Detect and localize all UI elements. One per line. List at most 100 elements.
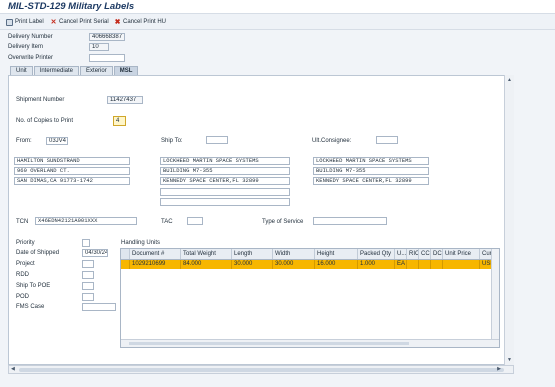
priority-field[interactable] — [82, 239, 90, 247]
col-length[interactable]: Length — [232, 249, 273, 259]
delivery-item-label: Delivery Item — [8, 44, 44, 50]
row-selector[interactable] — [121, 260, 130, 269]
from-address-line2[interactable]: 960 OVERLAND CT. — [14, 167, 130, 175]
copies-label: No. of Copies to Print — [16, 118, 74, 124]
scroll-left-icon[interactable]: ◀ — [11, 366, 15, 372]
ship-to-code-field[interactable] — [206, 136, 228, 144]
tac-field[interactable] — [187, 217, 203, 225]
delivery-number-field[interactable]: 406668387 — [89, 33, 125, 41]
ship-to-label: Ship To: — [161, 138, 183, 144]
panel-scroll-thumb[interactable] — [19, 368, 504, 372]
tcn-field[interactable]: X46EDN42121A001XXX — [35, 217, 137, 225]
ship-to-poe-label: Ship To POE — [16, 283, 51, 289]
consignee-address-line2[interactable]: BUILDING M7-355 — [313, 167, 429, 175]
type-of-service-field[interactable] — [313, 217, 387, 225]
ship-to-address-line4[interactable] — [160, 188, 290, 196]
col-unit[interactable]: U... — [395, 249, 407, 259]
cell-document[interactable]: 1029210699 — [130, 260, 181, 269]
tab-exterior[interactable]: Exterior — [80, 66, 113, 75]
copies-field[interactable]: 4 — [113, 116, 126, 126]
col-height[interactable]: Height — [315, 249, 358, 259]
fms-case-label: FMS Case — [16, 304, 45, 310]
delivery-number-label: Delivery Number — [8, 34, 53, 40]
cancel-icon: ✕ — [50, 18, 57, 26]
consignee-address-line3[interactable]: KENNEDY SPACE CENTER,FL 32899 — [313, 177, 429, 185]
fms-case-field[interactable] — [82, 303, 116, 311]
print-label-button[interactable]: Print Label — [6, 17, 44, 27]
rdd-field[interactable] — [82, 271, 94, 279]
shipment-number-field[interactable]: 11427437 — [107, 96, 143, 104]
handling-units-table: Document # Total Weight Length Width Hei… — [120, 248, 500, 348]
ship-to-poe-field[interactable] — [82, 282, 94, 290]
overwrite-printer-label: Overwrite Printer — [8, 55, 54, 61]
project-label: Project — [16, 261, 35, 267]
table-horizontal-scrollbar[interactable] — [121, 339, 499, 347]
col-document[interactable]: Document # — [130, 249, 181, 259]
scroll-down-icon[interactable]: ▼ — [507, 357, 512, 363]
toolbar: Print Label ✕ Cancel Print Serial ✖ Canc… — [0, 14, 555, 30]
select-all-cell[interactable] — [121, 249, 130, 259]
cancel-hu-icon: ✖ — [114, 18, 121, 26]
cell-length[interactable]: 30.000 — [232, 260, 273, 269]
cell-packed-qty[interactable]: 1.000 — [358, 260, 395, 269]
title-bar: MIL-STD-129 Military Labels — [0, 0, 555, 14]
cell-cc[interactable] — [419, 260, 431, 269]
rdd-label: RDD — [16, 272, 29, 278]
ult-consignee-label: Ult.Consignee: — [312, 138, 352, 144]
scroll-up-icon[interactable]: ▲ — [507, 77, 512, 83]
tab-unit[interactable]: Unit — [10, 66, 33, 75]
print-label-text: Print Label — [15, 19, 44, 25]
col-cc[interactable]: CC — [419, 249, 431, 259]
col-packed-qty[interactable]: Packed Qty — [358, 249, 395, 259]
tcn-label: TCN — [16, 219, 29, 225]
col-ric[interactable]: RIC — [407, 249, 419, 259]
window-title: MIL-STD-129 Military Labels — [8, 1, 135, 12]
panel-horizontal-scrollbar[interactable]: ◀ ▶ — [8, 365, 514, 374]
cell-unit[interactable]: EA — [395, 260, 407, 269]
priority-label: Priority — [16, 240, 35, 246]
cell-total-weight[interactable]: 84.000 — [181, 260, 232, 269]
type-of-service-label: Type of Service — [262, 219, 304, 225]
ship-to-address-line5[interactable] — [160, 198, 290, 206]
cell-height[interactable]: 16.000 — [315, 260, 358, 269]
ship-to-address-line2[interactable]: BUILDING M7-355 — [160, 167, 290, 175]
table-scroll-thumb[interactable] — [129, 342, 409, 345]
overwrite-printer-field[interactable] — [89, 54, 125, 62]
table-row[interactable]: 1029210699 84.000 30.000 30.000 16.000 1… — [121, 260, 499, 269]
col-dc[interactable]: DC — [431, 249, 443, 259]
cell-unit-price[interactable] — [443, 260, 480, 269]
from-address-line1[interactable]: HAMILTON SUNDSTRAND — [14, 157, 130, 165]
date-shipped-field[interactable]: 04/30/24 — [82, 249, 108, 257]
tac-label: TAC — [161, 219, 173, 225]
shipment-number-label: Shipment Number — [16, 97, 65, 103]
cell-width[interactable]: 30.000 — [273, 260, 315, 269]
cell-dc[interactable] — [431, 260, 443, 269]
printer-icon — [6, 18, 13, 26]
from-code-field[interactable]: 03JV4 — [46, 137, 68, 145]
col-total-weight[interactable]: Total Weight — [181, 249, 232, 259]
consignee-address-line1[interactable]: LOCKHEED MARTIN SPACE SYSTEMS — [313, 157, 429, 165]
ult-consignee-code-field[interactable] — [376, 136, 398, 144]
pod-field[interactable] — [82, 293, 94, 301]
ship-to-address-line1[interactable]: LOCKHEED MARTIN SPACE SYSTEMS — [160, 157, 290, 165]
cancel-print-serial-text: Cancel Print Serial — [59, 19, 109, 25]
panel-vertical-scrollbar[interactable]: ▲ ▼ — [504, 75, 514, 365]
cancel-print-hu-text: Cancel Print HU — [123, 19, 167, 25]
from-label: From: — [16, 138, 32, 144]
project-field[interactable] — [82, 260, 94, 268]
date-shipped-label: Date of Shipped — [16, 250, 60, 256]
table-header: Document # Total Weight Length Width Hei… — [121, 249, 499, 260]
from-address-line3[interactable]: SAN DIMAS,CA 91773-1742 — [14, 177, 130, 185]
cancel-print-hu-button[interactable]: ✖ Cancel Print HU — [114, 17, 166, 27]
col-width[interactable]: Width — [273, 249, 315, 259]
tab-strip: Unit Intermediate Exterior MSL — [10, 66, 139, 75]
ship-to-address-line3[interactable]: KENNEDY SPACE CENTER,FL 32899 — [160, 177, 290, 185]
tab-intermediate[interactable]: Intermediate — [33, 66, 80, 75]
col-unit-price[interactable]: Unit Price — [443, 249, 480, 259]
cell-ric[interactable] — [407, 260, 419, 269]
scroll-right-icon[interactable]: ▶ — [497, 366, 501, 372]
table-vertical-scrollbar[interactable] — [491, 249, 499, 347]
tab-msl[interactable]: MSL — [113, 66, 139, 75]
cancel-print-serial-button[interactable]: ✕ Cancel Print Serial — [50, 17, 109, 27]
delivery-item-field[interactable]: 10 — [89, 43, 109, 51]
